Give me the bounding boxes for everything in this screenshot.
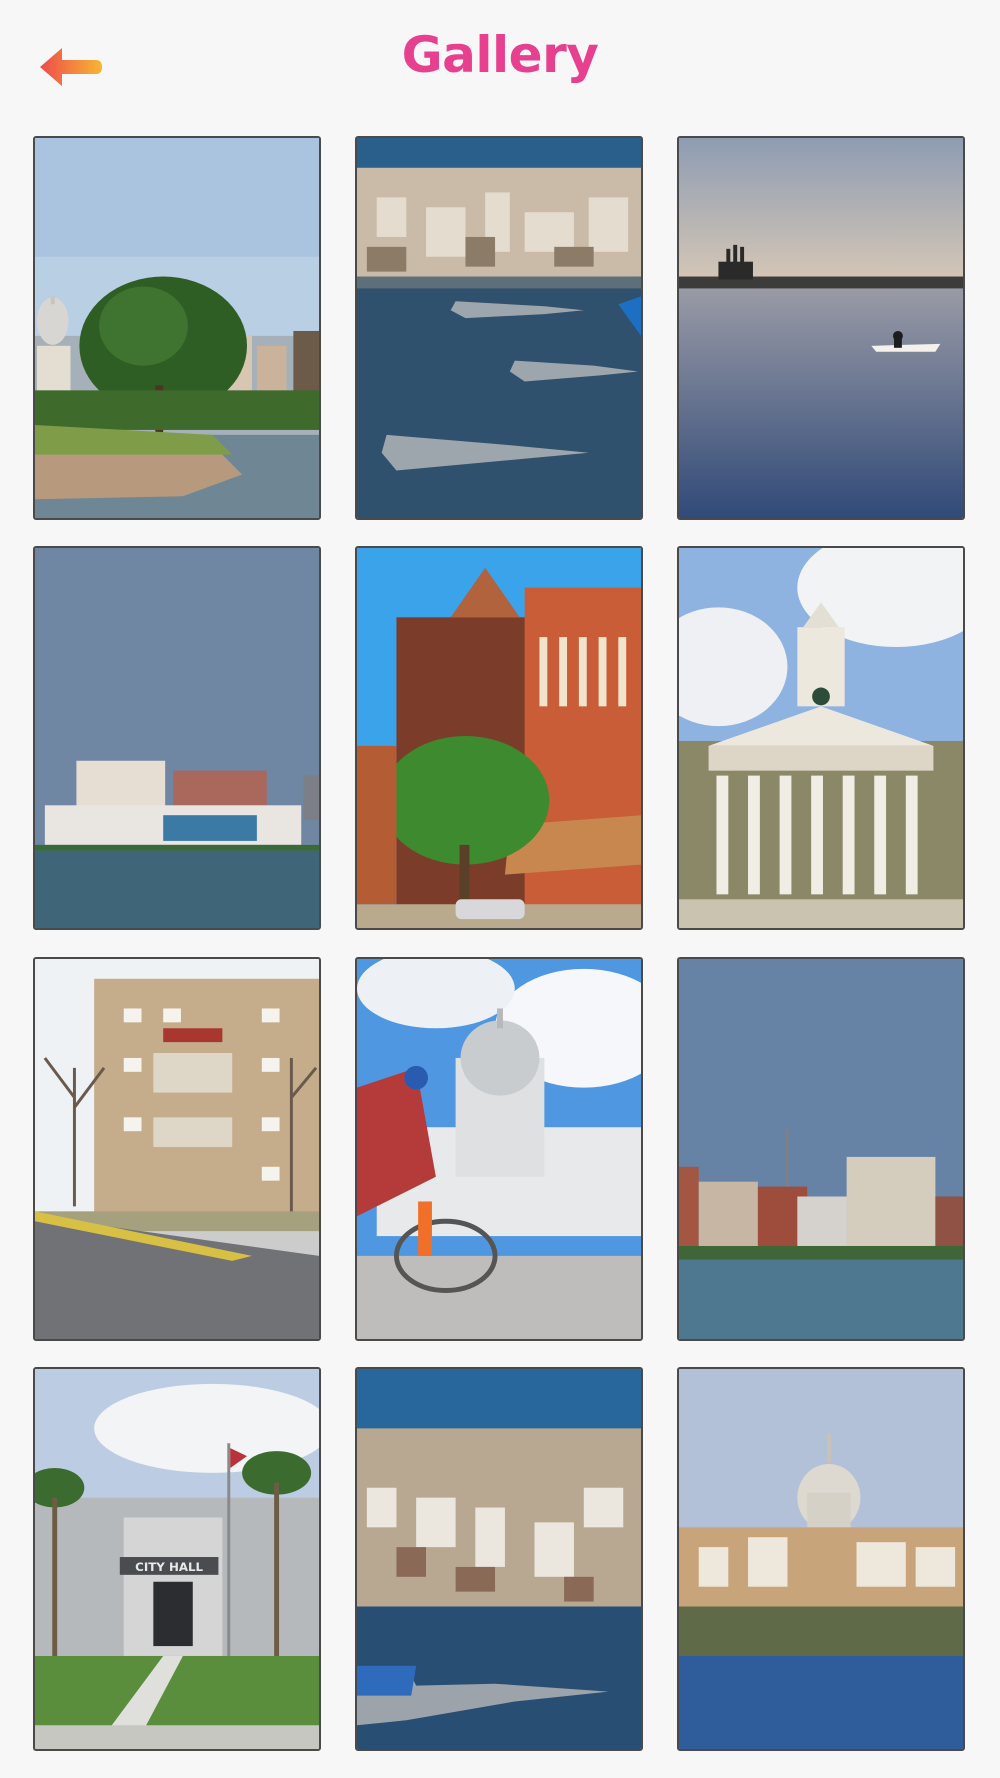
photo-image <box>679 138 963 518</box>
photo-image <box>679 1369 963 1749</box>
gallery-photo-brick-street[interactable] <box>355 546 643 930</box>
photo-image <box>357 959 641 1339</box>
gallery-photo-lakefront[interactable] <box>33 546 321 930</box>
photo-image <box>357 548 641 928</box>
gallery-photo-aerial-jet[interactable] <box>355 1367 643 1751</box>
gallery-photo-jets[interactable] <box>355 136 643 520</box>
app-header: Gallery <box>0 0 1000 130</box>
page-title: Gallery <box>401 26 599 84</box>
gallery-photo-city-hall[interactable]: CITY HALL <box>33 1367 321 1751</box>
photo-image <box>679 959 963 1339</box>
photo-image <box>357 138 641 518</box>
gallery-photo-clock-tower[interactable] <box>677 546 965 930</box>
city-hall-sign: CITY HALL <box>135 1560 203 1574</box>
photo-image <box>35 548 319 928</box>
gallery-photo-skyline[interactable] <box>677 957 965 1341</box>
photo-image: CITY HALL <box>35 1369 319 1749</box>
gallery-photo-apartment[interactable] <box>33 957 321 1341</box>
gallery-photo-rower[interactable] <box>677 136 965 520</box>
gallery-photo-capitol-lake[interactable] <box>677 1367 965 1751</box>
gallery-photo-cyclist[interactable] <box>355 957 643 1341</box>
photo-image <box>679 548 963 928</box>
gallery-photo-lakeshore[interactable] <box>33 136 321 520</box>
photo-image <box>35 138 319 518</box>
photo-image <box>35 959 319 1339</box>
photo-image <box>357 1369 641 1749</box>
